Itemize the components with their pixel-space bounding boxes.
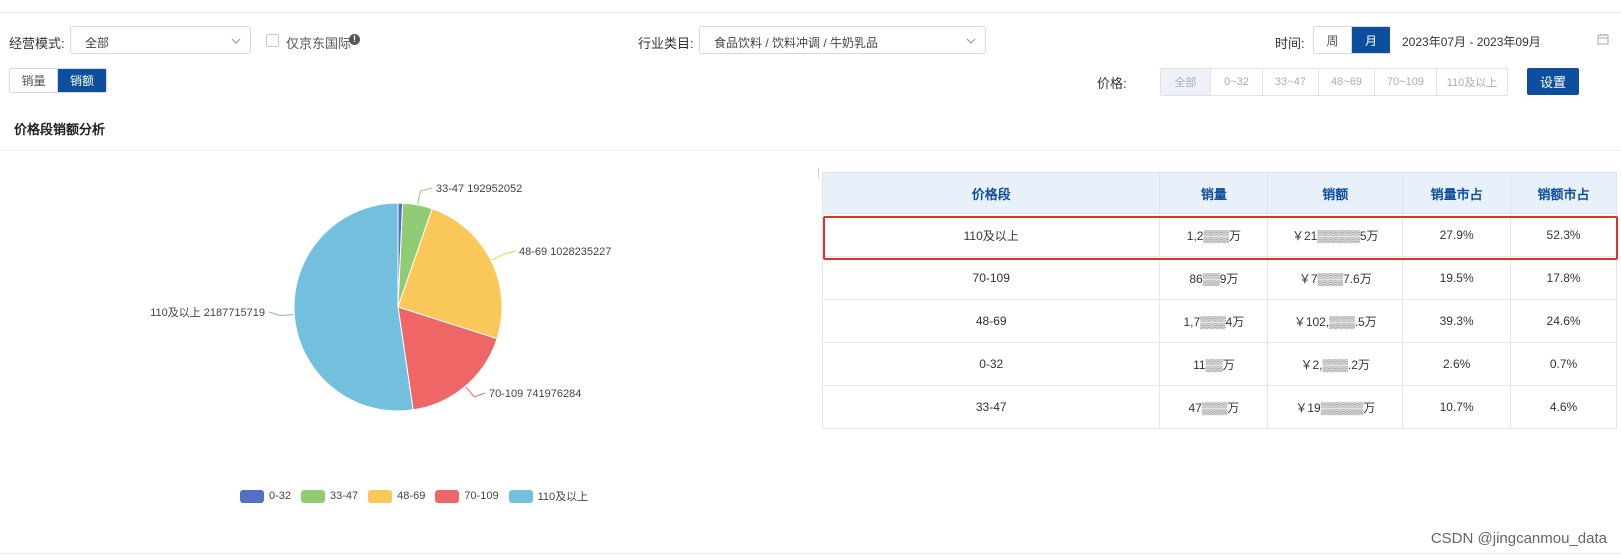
slice-label-110及以上: 110及以上 2187715719: [150, 306, 265, 319]
cell-sales-share: 4.6%: [1510, 385, 1617, 429]
legend-item-33-47[interactable]: 33-47: [301, 489, 359, 503]
cell-volume: 11▒▒万: [1159, 342, 1269, 386]
info-icon[interactable]: !: [349, 34, 360, 45]
pie-chart: 33-47 192952052 48-69 1028235227 70-109 74…: [150, 183, 611, 412]
calendar-icon: [1597, 34, 1609, 45]
table-header-row: 价格段 销量 销额 销量市占 销额市占: [821, 172, 1617, 214]
label-line-70-109: [465, 386, 486, 398]
price-option-48-69[interactable]: 48~69: [1319, 69, 1375, 95]
cell-volume-share: 19.5%: [1402, 256, 1512, 300]
mode-select-value: 全部: [85, 36, 110, 50]
table-row[interactable]: 110及以上 1,2▒▒▒万 ￥21▒▒▒▒▒5万 27.9% 52.3%: [821, 213, 1617, 257]
jd-intl-checkbox[interactable]: [266, 34, 279, 47]
legend-label: 33-47: [330, 490, 359, 502]
pie-slice-110及以上[interactable]: [293, 202, 414, 412]
cell-volume: 1,2▒▒▒万: [1159, 213, 1269, 257]
legend-label: 0-32: [269, 490, 292, 502]
settings-button[interactable]: 设置: [1527, 68, 1579, 95]
metric-option-volume[interactable]: 销量: [10, 69, 58, 92]
cell-sales-share: 0.7%: [1510, 342, 1617, 386]
cell-sales-share: 17.8%: [1510, 256, 1617, 300]
legend-item-48-69[interactable]: 48-69: [368, 489, 426, 503]
cell-volume: 47▒▒▒万: [1159, 385, 1269, 429]
price-range-filter: 全部 0~32 33~47 48~69 70~109 110及以上: [1160, 68, 1508, 96]
legend-swatch: [508, 489, 533, 503]
label-line-33-47: [417, 187, 433, 204]
top-divider: [0, 12, 1621, 13]
divider-tick: [818, 168, 819, 178]
jd-intl-label: 仅京东国际: [286, 36, 352, 51]
legend-label: 70-109: [464, 490, 499, 502]
price-option-0-32[interactable]: 0~32: [1211, 69, 1263, 95]
chevron-down-icon: [231, 38, 241, 44]
cell-volume: 1,7▒▒▒4万: [1159, 299, 1269, 343]
price-option-110-plus[interactable]: 110及以上: [1437, 69, 1507, 95]
industry-select[interactable]: 食品饮料 / 饮料冲调 / 牛奶乳品: [699, 26, 986, 54]
slice-label-48-69: 48-69 1028235227: [519, 246, 611, 258]
cell-price-segment: 110及以上: [821, 213, 1161, 257]
date-range-picker[interactable]: 2023年07月 - 2023年09月: [1390, 26, 1621, 54]
table-row[interactable]: 0-32 11▒▒万 ￥2,▒▒▒.2万 2.6% 0.7%: [821, 342, 1617, 386]
header-sales[interactable]: 销额: [1267, 172, 1404, 214]
cell-volume-share: 39.3%: [1402, 299, 1512, 343]
label-line-48-69: [491, 250, 516, 261]
cell-sales-share: 24.6%: [1510, 299, 1617, 343]
header-sales-share[interactable]: 销额市占: [1510, 172, 1617, 214]
cell-sales: ￥21▒▒▒▒▒5万: [1267, 213, 1404, 257]
section-title: 价格段销额分析: [14, 122, 106, 137]
industry-label: 行业类目:: [638, 36, 694, 51]
cell-sales: ￥102,▒▒▒.5万: [1267, 299, 1404, 343]
legend-swatch: [301, 489, 326, 503]
cell-price-segment: 33-47: [821, 385, 1161, 429]
date-range-text: 2023年07月 - 2023年09月: [1402, 35, 1541, 49]
price-option-33-47[interactable]: 33~47: [1263, 69, 1319, 95]
time-option-week[interactable]: 周: [1314, 27, 1352, 53]
mode-label: 经营模式:: [9, 36, 65, 51]
header-price-segment[interactable]: 价格段: [821, 172, 1161, 214]
legend-swatch: [435, 489, 460, 503]
header-volume-share[interactable]: 销量市占: [1402, 172, 1512, 214]
metric-option-sales[interactable]: 销额: [58, 69, 106, 92]
cell-price-segment: 0-32: [821, 342, 1161, 386]
mode-select[interactable]: 全部: [70, 26, 251, 54]
time-label: 时间:: [1275, 36, 1305, 51]
industry-select-value: 食品饮料 / 饮料冲调 / 牛奶乳品: [714, 36, 879, 50]
slice-label-70-109: 70-109 741976284: [489, 388, 581, 400]
cell-price-segment: 70-109: [821, 256, 1161, 300]
time-option-month[interactable]: 月: [1352, 27, 1390, 53]
legend-item-110及以上[interactable]: 110及以上: [508, 488, 589, 504]
chart-legend: 0-32 33-47 48-69 70-109 110及以上: [240, 488, 598, 504]
chevron-down-icon: [966, 38, 976, 44]
table-row[interactable]: 48-69 1,7▒▒▒4万 ￥102,▒▒▒.5万 39.3% 24.6%: [821, 299, 1617, 343]
bottom-divider: [0, 553, 1621, 554]
price-label: 价格:: [1097, 76, 1127, 91]
legend-swatch: [368, 489, 393, 503]
header-volume[interactable]: 销量: [1159, 172, 1269, 214]
cell-sales-share: 52.3%: [1510, 213, 1617, 257]
price-option-70-109[interactable]: 70~109: [1375, 69, 1437, 95]
cell-sales: ￥2,▒▒▒.2万: [1267, 342, 1404, 386]
watermark: CSDN @jingcanmou_data: [1430, 530, 1607, 547]
table-row[interactable]: 33-47 47▒▒▒万 ￥19▒▒▒▒▒万 10.7% 4.6%: [821, 385, 1617, 429]
cell-volume: 86▒▒9万: [1159, 256, 1269, 300]
cell-sales: ￥19▒▒▒▒▒万: [1267, 385, 1404, 429]
cell-volume-share: 2.6%: [1402, 342, 1512, 386]
cell-volume-share: 27.9%: [1402, 213, 1512, 257]
table-row[interactable]: 70-109 86▒▒9万 ￥7▒▒▒7.6万 19.5% 17.8%: [821, 256, 1617, 300]
price-segment-table: 价格段 销量 销额 销量市占 销额市占 110及以上 1,2▒▒▒万 ￥21▒▒…: [821, 172, 1617, 429]
cell-volume-share: 10.7%: [1402, 385, 1512, 429]
price-option-all[interactable]: 全部: [1161, 69, 1211, 95]
time-granularity-toggle: 周 月: [1313, 26, 1391, 54]
slice-label-33-47: 33-47 192952052: [436, 183, 522, 195]
metric-toggle: 销量 销额: [9, 68, 107, 93]
section-divider: [0, 150, 1621, 151]
legend-item-0-32[interactable]: 0-32: [240, 489, 292, 503]
cell-sales: ￥7▒▒▒7.6万: [1267, 256, 1404, 300]
legend-swatch: [240, 489, 264, 503]
cell-price-segment: 48-69: [821, 299, 1161, 343]
label-line-110及以上: [268, 311, 294, 317]
legend-label: 110及以上: [537, 491, 589, 503]
legend-label: 48-69: [397, 490, 426, 502]
legend-item-70-109[interactable]: 70-109: [435, 489, 499, 503]
